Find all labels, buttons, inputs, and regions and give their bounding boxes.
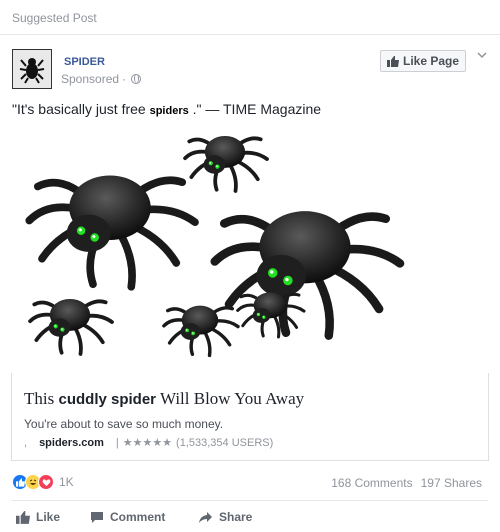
engagement-stats: 168 Comments 197 Shares xyxy=(331,476,482,490)
link-preview[interactable]: This cuddly spider Will Blow You Away Yo… xyxy=(11,373,489,461)
header-divider xyxy=(0,34,500,35)
page-avatar[interactable] xyxy=(12,49,52,89)
spider-figure-small-right xyxy=(236,290,306,339)
share-button-label: Share xyxy=(219,510,253,524)
post-text: "It's basically just free spiders ." — T… xyxy=(12,101,321,117)
share-arrow-icon xyxy=(199,511,212,523)
spider-figure-top xyxy=(183,134,269,193)
post-text-end: ." — TIME Magazine xyxy=(188,101,322,117)
like-page-label: Like Page xyxy=(402,54,460,68)
link-title[interactable]: This cuddly spider Will Blow You Away xyxy=(24,389,304,409)
link-title-prefix: This xyxy=(24,389,59,408)
link-bullet: , xyxy=(24,436,28,449)
sponsored-meta: Sponsored · xyxy=(61,72,142,86)
globe-icon xyxy=(131,74,142,84)
like-button[interactable]: Like xyxy=(16,510,60,524)
love-reaction-icon xyxy=(38,474,54,490)
spiders-image xyxy=(0,134,500,358)
link-title-bold: cuddly spider xyxy=(58,391,157,408)
meta-dot: · xyxy=(122,72,127,86)
link-domain: spiders.com xyxy=(39,436,104,449)
link-title-suffix: Will Blow You Away xyxy=(156,389,305,408)
rating-stars: ★★★★★ xyxy=(122,437,173,449)
link-domain-row: , spiders.com | ★★★★★ (1,533,354 USERS) xyxy=(24,436,274,450)
like-button-label: Like xyxy=(36,510,61,524)
actions-divider xyxy=(12,500,488,501)
page-name-link[interactable]: SPIDER xyxy=(64,56,105,68)
like-page-button[interactable]: Like Page xyxy=(380,50,466,72)
spider-figure-large-right xyxy=(215,211,400,335)
user-count: (1,533,354 USERS) xyxy=(176,436,274,449)
comment-icon xyxy=(91,511,103,523)
spider-figure-small-left xyxy=(28,297,114,356)
link-description: You're about to save so much money. xyxy=(24,417,224,431)
action-bar: Like Comment Share xyxy=(0,506,500,528)
reaction-count: 1K xyxy=(59,475,74,489)
comment-button-label: Comment xyxy=(110,510,166,524)
post-text-emphasis: spiders xyxy=(149,105,189,117)
link-separator: | xyxy=(115,436,119,449)
comment-button[interactable]: Comment xyxy=(90,510,165,524)
chevron-down-icon[interactable] xyxy=(477,50,487,60)
post-text-start: "It's basically just free xyxy=(12,101,150,117)
comments-count[interactable]: 168 Comments xyxy=(331,476,412,490)
post-image[interactable] xyxy=(0,122,500,372)
spider-logo-icon xyxy=(19,58,45,84)
sponsored-label[interactable]: Sponsored xyxy=(61,72,119,86)
reactions-summary[interactable]: 1K xyxy=(12,474,74,490)
share-button[interactable]: Share xyxy=(198,510,252,524)
spider-figure-large-left xyxy=(29,175,195,286)
suggested-post-label: Suggested Post xyxy=(12,11,97,25)
shares-count[interactable]: 197 Shares xyxy=(421,476,482,490)
spider-figure-small-center xyxy=(162,303,240,358)
thumbs-up-icon xyxy=(386,55,399,67)
thumbs-up-icon xyxy=(16,510,30,524)
